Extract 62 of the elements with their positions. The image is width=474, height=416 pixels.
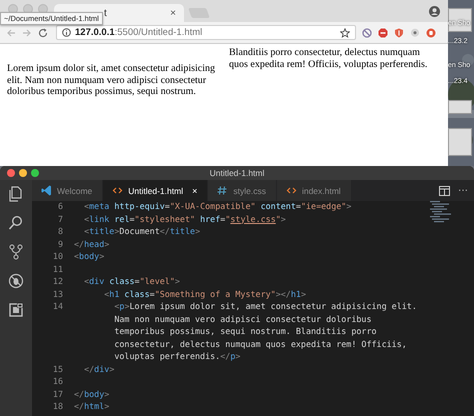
hash-icon xyxy=(217,185,228,196)
split-editor-icon[interactable] xyxy=(439,186,450,196)
code-line: Nam non numquam vero adipisci consectetur doloribus xyxy=(113,312,372,325)
file-thumbnail[interactable] xyxy=(448,100,472,114)
blocked-icon[interactable] xyxy=(362,28,372,38)
code-line: temporibus possimus, sequi nostrum. Blanditiis porro xyxy=(113,325,377,338)
adblock-icon[interactable] xyxy=(378,28,388,38)
code-line: <title>Document</title> xyxy=(83,225,200,238)
source-control-icon[interactable] xyxy=(8,244,24,260)
address-bar[interactable]: 127.0.0.1:5500/Untitled-1.html xyxy=(56,25,356,40)
editor-tab[interactable]: Untitled-1.html × xyxy=(103,180,208,201)
code-line: </div> xyxy=(83,362,114,375)
line-number: 16 xyxy=(52,375,64,388)
line-number: 8 xyxy=(56,225,64,238)
code-line: <meta http-equiv="X-UA-Compatible" content="ie=edge"> xyxy=(83,200,352,212)
line-number: 11 xyxy=(52,262,64,275)
search-icon[interactable] xyxy=(8,215,24,231)
chat-icon[interactable] xyxy=(410,28,420,38)
code-line: <body> xyxy=(74,250,104,262)
url-text: 127.0.0.1:5500/Untitled-1.html xyxy=(75,27,202,38)
shield-icon[interactable] xyxy=(394,28,404,38)
line-number: 18 xyxy=(52,400,64,412)
extensions-icon[interactable] xyxy=(8,302,24,318)
code-line: consectetur, delectus numquam quos expedita rem! Officiis, xyxy=(113,338,407,350)
page-paragraph: Lorem ipsum dolor sit, amet consectetur adipisicing elit. Nam non numquam vero adipisci consectetur doloribus temporibus possimus, sequi nostrum. xyxy=(7,63,215,98)
info-icon xyxy=(62,28,71,37)
code-line: voluptas perferendis.</p> xyxy=(113,350,240,362)
line-number: 15 xyxy=(52,362,64,375)
code-line: </html> xyxy=(74,400,110,412)
line-number: 13 xyxy=(52,288,64,300)
line-number: 10 xyxy=(52,250,64,262)
debug-icon[interactable] xyxy=(8,273,24,289)
star-icon[interactable] xyxy=(340,28,350,38)
reload-icon[interactable] xyxy=(38,28,48,38)
page-paragraph: Blanditiis porro consectetur, delectus numquam quos expedita rem! Officiis, voluptas perferendis. xyxy=(229,47,428,70)
editor-logo-icon xyxy=(41,185,52,196)
code-brackets-icon xyxy=(112,185,124,196)
line-number: 12 xyxy=(52,275,64,288)
code-line: <div class="level"> xyxy=(83,275,180,288)
code-line: <link rel="stylesheet" href="style.css"> xyxy=(83,212,286,225)
code-line: </head> xyxy=(74,238,110,250)
tab-close-button[interactable]: × xyxy=(170,8,176,18)
file-thumbnail[interactable] xyxy=(448,128,472,156)
file-thumbnail[interactable] xyxy=(448,8,472,32)
line-number: 7 xyxy=(56,212,64,225)
code-line: <p>Lorem ipsum dolor sit, amet consectetur adipisicing elit. xyxy=(113,300,417,312)
line-number: 6 xyxy=(56,200,64,212)
line-number: 9 xyxy=(56,238,64,250)
editor-tab[interactable]: index.html xyxy=(276,180,352,201)
profile-icon[interactable] xyxy=(429,6,440,16)
editor-tab[interactable]: Welcome xyxy=(32,180,104,201)
window-title: Untitled-1.html xyxy=(210,168,264,178)
code-line: <h1 class="Something of a Mystery"></h1> xyxy=(103,288,306,300)
stop-icon[interactable] xyxy=(426,28,436,38)
code-brackets-icon xyxy=(286,185,297,196)
line-number: 17 xyxy=(52,388,64,400)
more-actions-button[interactable]: ··· xyxy=(458,185,468,196)
files-icon[interactable] xyxy=(8,186,24,202)
line-number: 14 xyxy=(52,300,64,312)
code-line: </body> xyxy=(74,388,110,400)
editor-tab[interactable]: style.css xyxy=(208,180,277,201)
tab-title: t xyxy=(104,8,107,18)
